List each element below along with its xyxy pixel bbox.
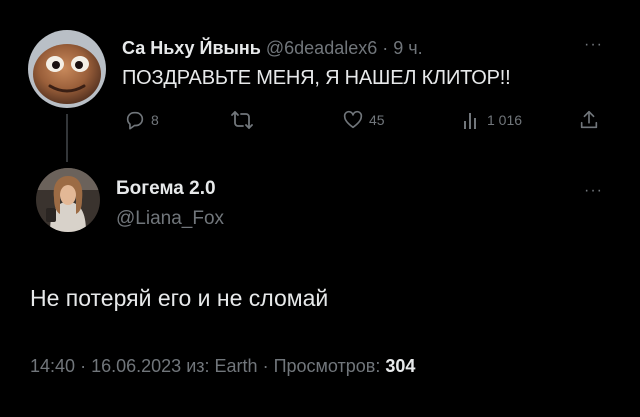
share-upload-icon — [578, 109, 600, 131]
reply-bubble-icon — [124, 109, 146, 131]
views-button[interactable]: 1 016 — [462, 108, 522, 132]
heart-icon — [342, 109, 364, 131]
reply-tweet-text: Не потеряй его и не сломай — [30, 285, 329, 311]
more-horizontal-icon[interactable]: ··· — [584, 36, 603, 54]
header-separator: · — [382, 38, 389, 58]
tweet-date[interactable]: 16.06.2023 — [91, 356, 181, 376]
thread-connector-line — [66, 114, 68, 162]
meta-separator: · — [80, 356, 87, 376]
parent-tweet-header: Са Ньху Йвынь @6deadalex6 · 9 ч. — [122, 36, 423, 60]
parent-avatar[interactable] — [28, 30, 106, 108]
reply-tweet-meta: 14:40 · 16.06.2023 из: Earth · Просмотро… — [30, 356, 415, 377]
parent-tweet-text: ПОЗДРАВЬТЕ МЕНЯ, Я НАШЕЛ КЛИТОР!! — [122, 67, 511, 89]
parent-author-name[interactable]: Са Ньху Йвынь — [122, 38, 261, 58]
tweet-source: Earth — [214, 356, 258, 376]
parent-tweet-time[interactable]: 9 ч. — [393, 38, 422, 58]
views-label: Просмотров: — [273, 356, 381, 376]
like-count: 45 — [369, 112, 385, 128]
reply-button[interactable]: 8 — [124, 108, 159, 132]
parent-author-handle[interactable]: @6deadalex6 — [266, 38, 377, 58]
reply-count: 8 — [151, 112, 159, 128]
views-count: 1 016 — [487, 112, 523, 128]
like-button[interactable]: 45 — [342, 108, 385, 132]
repost-button[interactable] — [230, 108, 254, 132]
more-horizontal-icon[interactable]: ··· — [584, 182, 603, 200]
source-label: из: — [186, 356, 210, 376]
tweet-time[interactable]: 14:40 — [30, 356, 75, 376]
reply-author-handle[interactable]: @Liana_Fox — [116, 208, 224, 230]
views-value[interactable]: 304 — [385, 356, 415, 376]
reply-author-name[interactable]: Богема 2.0 — [116, 178, 216, 200]
share-button[interactable] — [578, 108, 600, 132]
meta-separator: · — [262, 356, 269, 376]
reply-avatar[interactable] — [36, 168, 100, 232]
repost-icon — [230, 109, 254, 131]
bar-chart-icon — [462, 109, 482, 131]
